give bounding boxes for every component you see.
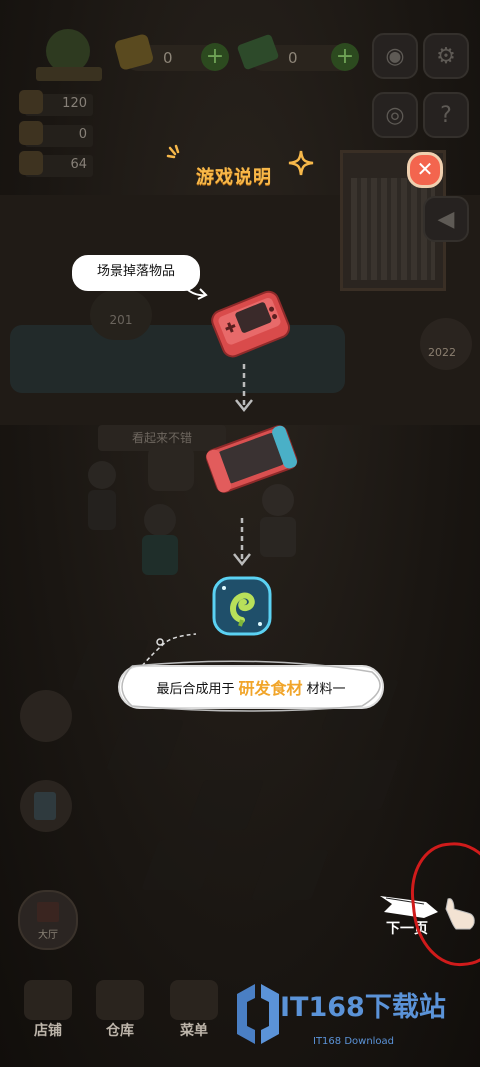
tutorial-overlay: 游戏说明 ✕ 场景掉落物品 最后合成用于 研发食材 材料一 下一页 [0, 0, 480, 1067]
shop-icon [24, 980, 72, 1020]
scribble-outline [121, 660, 381, 712]
watermark: IT168下载站 IT168 Download [235, 980, 475, 1060]
curved-arrow-icon [177, 278, 208, 300]
tutorial-title: 游戏说明 [196, 167, 272, 188]
switch-console-item-icon [205, 425, 298, 493]
spark-lines-icon [166, 144, 180, 159]
it168-logo-icon [237, 984, 279, 1044]
watermark-title: IT168下载站 [280, 992, 446, 1023]
box-icon [96, 980, 144, 1020]
red-annotation-circle [405, 837, 480, 971]
close-button[interactable]: ✕ [407, 152, 443, 188]
menu-icon [170, 980, 218, 1020]
star-sparkle-icon [288, 150, 314, 176]
shop-tab[interactable]: 店铺 [20, 980, 76, 1040]
close-icon: ✕ [416, 157, 434, 181]
warehouse-label: 仓库 [106, 1023, 134, 1039]
warehouse-tab[interactable]: 仓库 [92, 980, 148, 1040]
watermark-subtitle: IT168 Download [313, 1036, 395, 1047]
game-console-item-icon [211, 290, 291, 358]
ingredient-item-icon [212, 576, 272, 636]
menu-tab[interactable]: 菜单 [166, 980, 222, 1040]
menu-label: 菜单 [180, 1023, 208, 1039]
shop-label: 店铺 [34, 1023, 62, 1039]
tutorial-title-group: 游戏说明 [166, 144, 314, 190]
down-arrow-icon [233, 518, 251, 567]
down-arrow-icon [235, 364, 253, 413]
